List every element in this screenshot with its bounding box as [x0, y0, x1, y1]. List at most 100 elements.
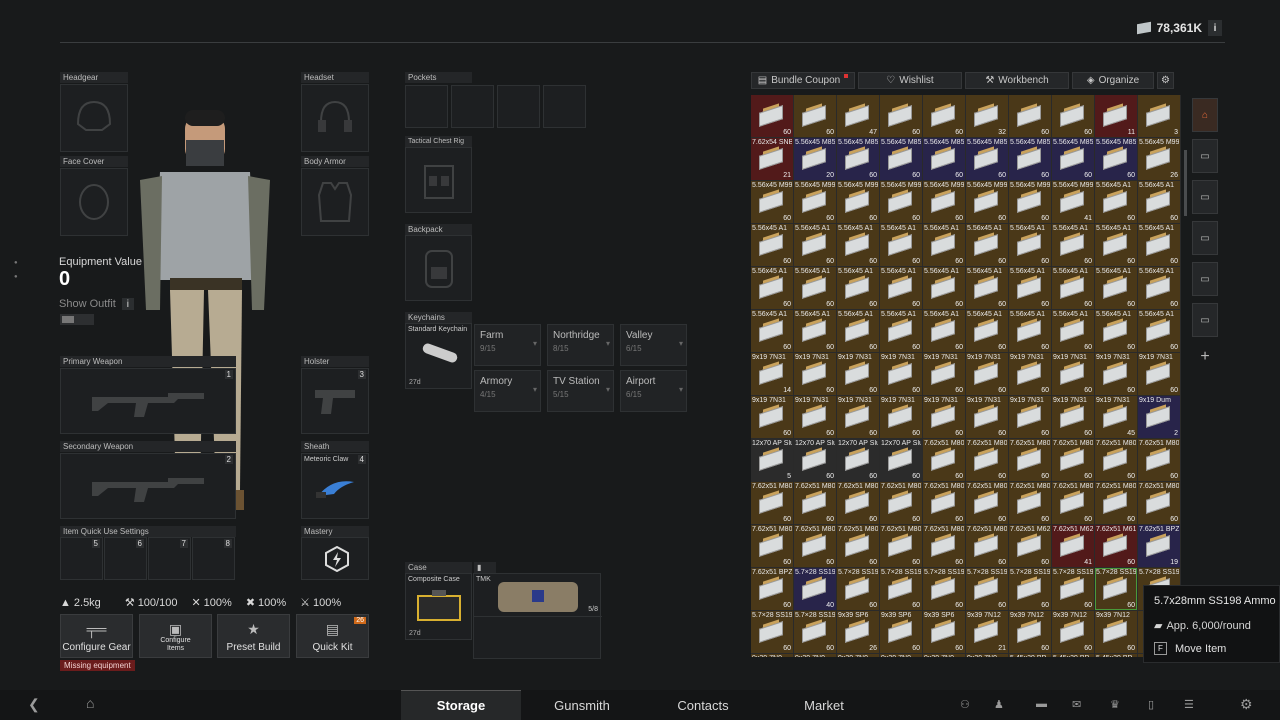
storage-cell[interactable]: 9x19 7N31 60 — [837, 353, 879, 395]
tmk-container[interactable]: TMK 5/8 — [473, 573, 602, 659]
storage-cell[interactable]: 9x39 7N12 21 — [966, 611, 1008, 653]
storage-cell[interactable]: 5.56x45 A1 60 — [751, 224, 793, 266]
storage-cell[interactable]: 5.56x45 A1 60 — [966, 267, 1008, 309]
storage-cell[interactable]: 5.7×28 SS198 60 — [1052, 568, 1094, 610]
storage-cell[interactable]: 5.45x39 BP — [1009, 654, 1051, 657]
storage-cell[interactable]: 5.56x45 A1 60 — [1138, 224, 1180, 266]
storage-cell[interactable]: 7.62x51 M80 60 — [1095, 439, 1137, 481]
storage-page-5[interactable]: ▭ — [1192, 303, 1218, 337]
storage-cell[interactable]: 5.56x45 A1 60 — [923, 267, 965, 309]
storage-cell[interactable]: 5.56x45 M995 60 — [923, 181, 965, 223]
sheath-slot[interactable]: Meteoric Claw 4 — [301, 453, 369, 519]
add-page-button[interactable]: + — [1192, 344, 1218, 370]
key-cell[interactable]: Farm 9/15 ▾ — [474, 324, 541, 366]
mastery-slot[interactable] — [301, 537, 369, 580]
storage-cell[interactable]: 9x19 7N31 60 — [794, 353, 836, 395]
storage-cell[interactable]: 7.62x51 M80 60 — [923, 439, 965, 481]
pocket-slot[interactable] — [451, 85, 494, 128]
storage-cell[interactable]: 9x19 7N31 60 — [923, 396, 965, 438]
key-cell[interactable]: Northridge 8/15 ▾ — [547, 324, 614, 366]
tab-storage[interactable]: Storage — [401, 690, 521, 720]
storage-cell[interactable]: 5.56x45 A1 60 — [794, 310, 836, 352]
storage-cell[interactable]: 60 — [1009, 95, 1051, 137]
storage-cell[interactable]: 7.62x51 M80 60 — [880, 525, 922, 567]
storage-cell[interactable]: 9x39 7N12 60 — [1052, 611, 1094, 653]
storage-cell[interactable]: 5.56x45 A1 60 — [751, 310, 793, 352]
tab-workbench[interactable]: ⚒ Workbench — [965, 72, 1069, 89]
quick-kit-button[interactable]: ▤ 26 Quick Kit — [296, 614, 369, 658]
storage-cell[interactable]: 7.62x51 M80 60 — [1095, 482, 1137, 524]
storage-cell[interactable]: 7.62x51 M80 60 — [880, 482, 922, 524]
pocket-slot[interactable] — [497, 85, 540, 128]
show-outfit-toggle[interactable] — [60, 314, 94, 325]
backpack-slot[interactable] — [405, 235, 472, 301]
storage-cell[interactable]: 5.56x45 A1 60 — [880, 310, 922, 352]
storage-cell[interactable]: 7.62x51 M80 60 — [923, 482, 965, 524]
storage-cell[interactable]: 5.56x45 A1 60 — [1138, 310, 1180, 352]
storage-cell[interactable]: 5.56x45 A1 60 — [923, 224, 965, 266]
storage-cell[interactable]: 7.62x51 M80 60 — [1138, 439, 1180, 481]
composite-case-slot[interactable]: Composite Case 27d — [405, 573, 472, 640]
body-armor-slot[interactable] — [301, 168, 369, 236]
storage-cell[interactable]: 7.62x51 BPZ 60 — [751, 568, 793, 610]
storage-cell[interactable]: 9x19 7N31 60 — [837, 396, 879, 438]
storage-cell[interactable]: 9x39 7N9 — [966, 654, 1008, 657]
storage-cell[interactable]: 7.62x51 M62 41 — [1052, 525, 1094, 567]
storage-cell[interactable]: 9x19 7N31 60 — [880, 396, 922, 438]
notes-icon[interactable]: ☰ — [1184, 698, 1194, 711]
storage-cell[interactable]: 47 — [837, 95, 879, 137]
storage-cell[interactable]: 5.56x45 A1 60 — [837, 310, 879, 352]
storage-cell[interactable]: 5.56x45 A1 60 — [966, 310, 1008, 352]
storage-cell[interactable]: 12x70 AP Slug 60 — [837, 439, 879, 481]
storage-cell[interactable]: 9x19 7N31 60 — [1052, 353, 1094, 395]
quick-use-slot[interactable]: 8 — [192, 537, 235, 580]
storage-cell[interactable]: 9x19 7N31 60 — [966, 396, 1008, 438]
tab-market[interactable]: Market — [764, 690, 884, 720]
storage-cell[interactable]: 5.56x45 M855 60 — [837, 138, 879, 180]
storage-cell[interactable]: 7.62x51 M80 60 — [794, 525, 836, 567]
storage-cell[interactable]: 5.7×28 SS198 60 — [1095, 568, 1137, 610]
storage-cell[interactable]: 5.56x45 M855 60 — [923, 138, 965, 180]
gear-icon[interactable]: ⚙ — [1240, 696, 1253, 713]
storage-cell[interactable]: 5.45x39 BP — [1095, 654, 1137, 657]
chat-icon[interactable]: ▬ — [1036, 698, 1047, 710]
storage-page-2[interactable]: ▭ — [1192, 180, 1218, 214]
storage-cell[interactable]: 5.56x45 A1 60 — [1009, 267, 1051, 309]
storage-cell[interactable]: 7.62x51 M80 60 — [751, 525, 793, 567]
storage-cell[interactable]: 12x70 AP Slug 60 — [880, 439, 922, 481]
storage-cell[interactable]: 5.7×28 SS198 60 — [794, 611, 836, 653]
party-icon[interactable]: ♟ — [994, 698, 1004, 711]
storage-cell[interactable]: 7.62x51 M80 60 — [966, 525, 1008, 567]
storage-cell[interactable]: 9x19 7N31 60 — [794, 396, 836, 438]
storage-cell[interactable]: 5.56x45 A1 60 — [880, 224, 922, 266]
mail-icon[interactable]: ✉ — [1072, 698, 1081, 711]
storage-cell[interactable]: 5.7×28 SS190 60 — [880, 568, 922, 610]
storage-page-home[interactable]: ⌂ — [1192, 98, 1218, 132]
storage-cell[interactable]: 5.56x45 M995 60 — [794, 181, 836, 223]
storage-cell[interactable]: 5.56x45 A1 60 — [794, 267, 836, 309]
storage-cell[interactable]: 7.62x51 M80 60 — [837, 482, 879, 524]
storage-cell[interactable]: 7.62x51 M61 60 — [1095, 525, 1137, 567]
storage-cell[interactable]: 7.62x51 M80 60 — [794, 482, 836, 524]
outfit-info-icon[interactable]: i — [121, 298, 134, 310]
pocket-slot[interactable] — [405, 85, 448, 128]
tab-gunsmith[interactable]: Gunsmith — [522, 690, 642, 720]
configure-gear-button[interactable]: ╤═ Configure Gear — [60, 614, 133, 658]
storage-cell[interactable]: 5.56x45 A1 60 — [1138, 267, 1180, 309]
storage-cell[interactable]: 7.62x51 BPZ 19 — [1138, 525, 1180, 567]
storage-cell[interactable]: 5.56x45 M995 60 — [966, 181, 1008, 223]
case-lock-icon[interactable]: ▮ — [474, 562, 496, 573]
storage-cell[interactable]: 5.56x45 M995 41 — [1052, 181, 1094, 223]
storage-cell[interactable]: 7.62x51 M80 60 — [837, 525, 879, 567]
storage-cell[interactable]: 5.56x45 M855 60 — [1095, 138, 1137, 180]
storage-scrollbar[interactable] — [1184, 150, 1187, 216]
storage-cell[interactable]: 32 — [966, 95, 1008, 137]
storage-cell[interactable]: 5.7×28 SS190 40 — [794, 568, 836, 610]
storage-cell[interactable]: 5.56x45 A1 60 — [1052, 267, 1094, 309]
storage-cell[interactable]: 11 — [1095, 95, 1137, 137]
storage-cell[interactable]: 5.56x45 A1 60 — [1009, 310, 1051, 352]
storage-cell[interactable]: 5.56x45 A1 60 — [1138, 181, 1180, 223]
storage-cell[interactable]: 5.56x45 A1 60 — [751, 267, 793, 309]
back-icon[interactable]: ❮ — [28, 696, 40, 713]
headset-slot[interactable] — [301, 84, 369, 152]
